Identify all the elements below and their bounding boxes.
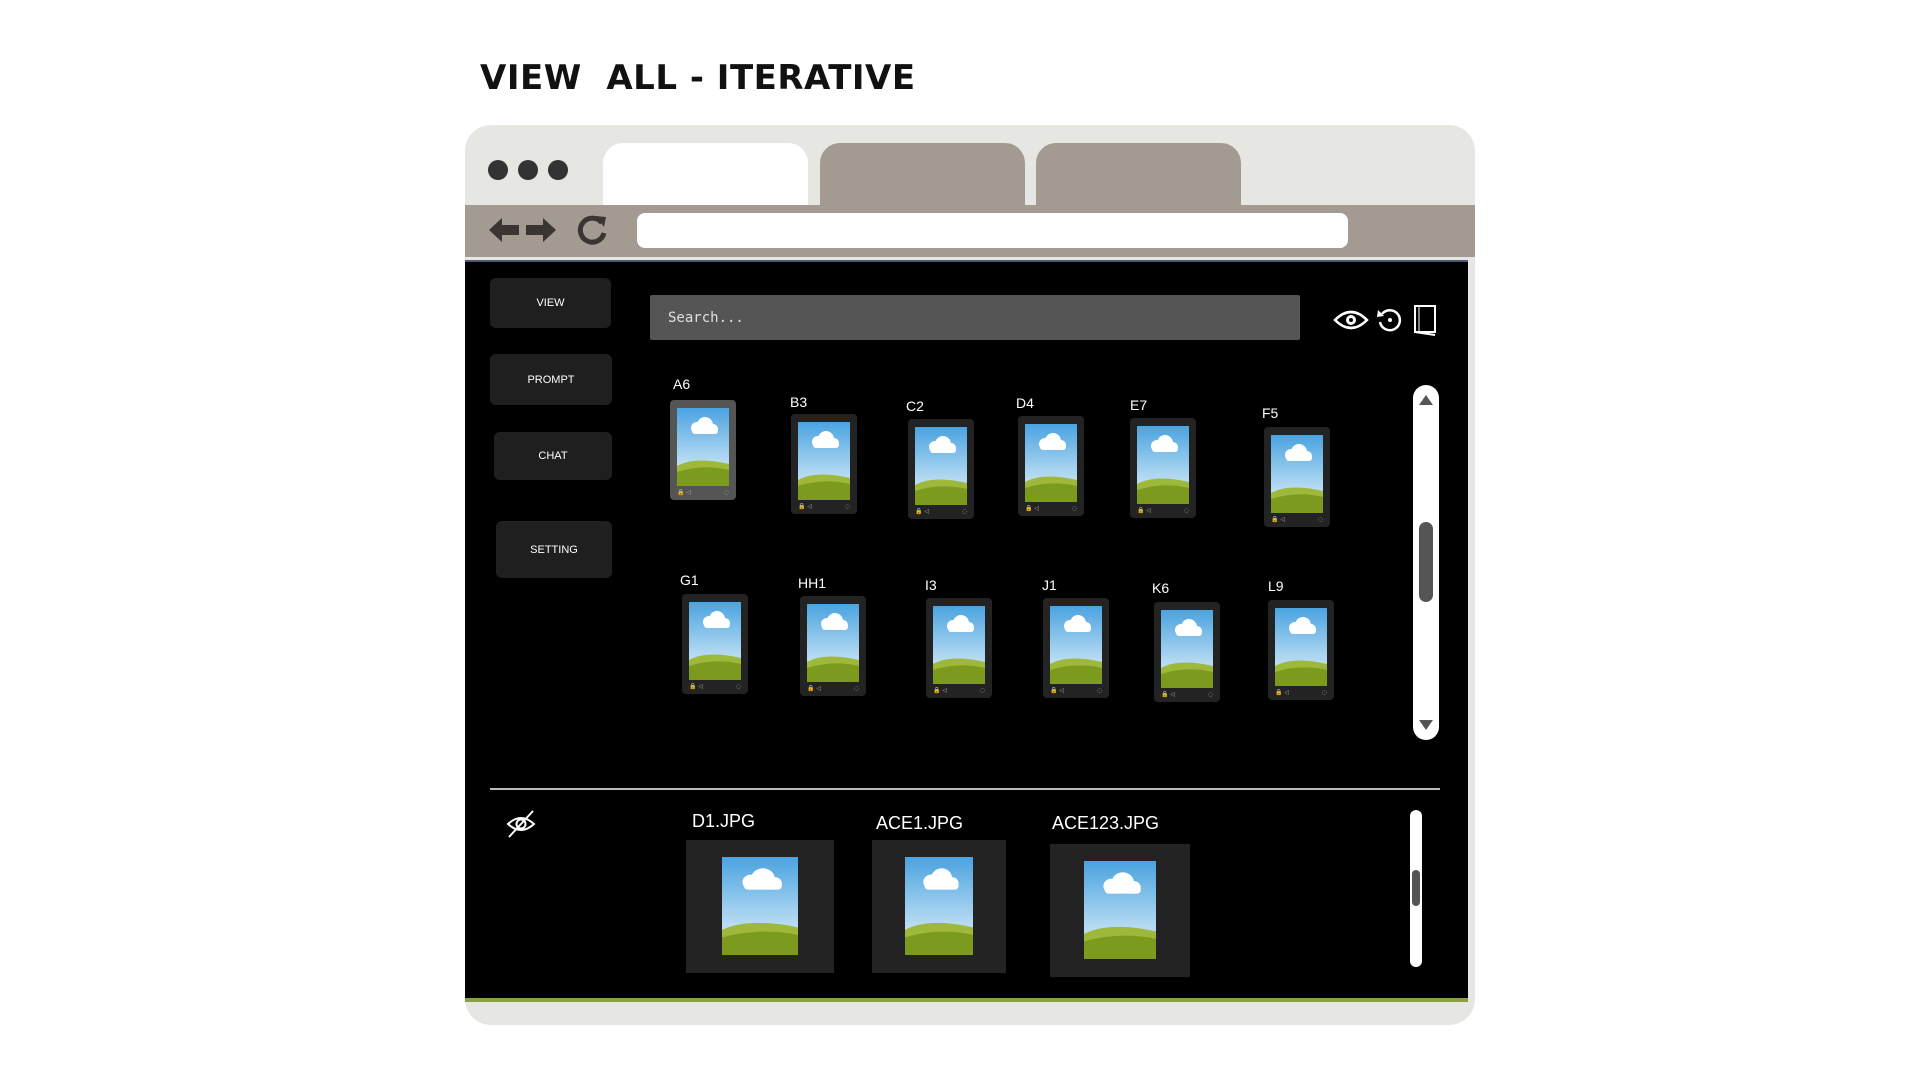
thumbnail-meta-icons: 🔒 ◁ ◌ bbox=[1137, 507, 1189, 514]
scrollbar-thumb[interactable] bbox=[1412, 870, 1420, 906]
hidden-file-card[interactable] bbox=[686, 840, 834, 973]
grid-scrollbar[interactable] bbox=[1413, 385, 1439, 740]
image-thumbnail[interactable]: 🔒 ◁ ◌ bbox=[1018, 416, 1084, 516]
window-dot-minimize[interactable] bbox=[518, 160, 538, 180]
scroll-down-arrow-icon[interactable] bbox=[1419, 720, 1433, 730]
landscape-image-icon bbox=[1050, 606, 1102, 684]
thumbnail-label: I3 bbox=[925, 577, 937, 593]
thumbnail-meta-icons: 🔒 ◁ ◌ bbox=[677, 489, 729, 496]
thumbnail-meta-icons: 🔒 ◁ ◌ bbox=[1025, 505, 1077, 512]
sidebar-view-label: VIEW bbox=[536, 297, 565, 309]
browser-tab-active[interactable] bbox=[603, 143, 808, 205]
thumbnail-label: A6 bbox=[673, 376, 691, 392]
sidebar-chat-label: CHAT bbox=[538, 450, 568, 462]
panel-divider bbox=[490, 788, 1440, 790]
landscape-image-icon bbox=[807, 604, 859, 682]
image-thumbnail[interactable]: 🔒 ◁ ◌ bbox=[1264, 427, 1330, 527]
image-thumbnail[interactable]: 🔒 ◁ ◌ bbox=[791, 414, 857, 514]
thumbnail-label: B3 bbox=[790, 394, 808, 410]
scrollbar-thumb[interactable] bbox=[1419, 522, 1433, 602]
thumbnail-label: K6 bbox=[1152, 580, 1170, 596]
landscape-image-icon bbox=[1137, 426, 1189, 504]
hidden-file-label: ACE123.JPG bbox=[1052, 813, 1160, 833]
image-thumbnail[interactable]: 🔒 ◁ ◌ bbox=[908, 419, 974, 519]
sidebar-chat-button[interactable]: CHAT bbox=[494, 432, 612, 480]
history-icon[interactable] bbox=[1375, 304, 1405, 336]
image-thumbnail[interactable]: 🔒 ◁ ◌ bbox=[1043, 598, 1109, 698]
window-dot-maximize[interactable] bbox=[548, 160, 568, 180]
thumbnail-label: E7 bbox=[1130, 397, 1148, 413]
browser-tab-2[interactable] bbox=[820, 143, 1025, 205]
thumbnail-label: C2 bbox=[906, 398, 924, 414]
thumbnail-meta-icons: 🔒 ◁ ◌ bbox=[1161, 691, 1213, 698]
eye-slash-icon[interactable] bbox=[505, 808, 537, 840]
page-title: VIEW ALL - ITERATIVE bbox=[480, 58, 916, 98]
hidden-file-card[interactable] bbox=[872, 840, 1006, 973]
sidebar-setting-button[interactable]: SETTING bbox=[496, 521, 612, 578]
landscape-image-icon bbox=[1084, 861, 1156, 959]
scroll-up-arrow-icon[interactable] bbox=[1419, 395, 1433, 405]
thumbnail-label: J1 bbox=[1042, 577, 1057, 593]
thumbnail-meta-icons: 🔒 ◁ ◌ bbox=[1271, 516, 1323, 523]
reload-icon[interactable] bbox=[575, 213, 609, 247]
window-dot-close[interactable] bbox=[488, 160, 508, 180]
image-thumbnail[interactable]: 🔒 ◁ ◌ bbox=[800, 596, 866, 696]
landscape-image-icon bbox=[689, 602, 741, 680]
thumbnail-meta-icons: 🔒 ◁ ◌ bbox=[933, 687, 985, 694]
browser-tab-3[interactable] bbox=[1036, 143, 1241, 205]
image-thumbnail-selected[interactable]: 🔒 ◁ ◌ bbox=[670, 400, 736, 500]
thumbnail-label: HH1 bbox=[798, 575, 827, 591]
sidebar-prompt-label: PROMPT bbox=[527, 373, 575, 386]
landscape-image-icon bbox=[933, 606, 985, 684]
thumbnail-meta-icons: 🔒 ◁ ◌ bbox=[689, 683, 741, 690]
landscape-image-icon bbox=[722, 857, 798, 955]
eye-icon[interactable] bbox=[1333, 304, 1369, 336]
address-bar[interactable] bbox=[637, 213, 1348, 248]
sidebar-setting-label: SETTING bbox=[530, 543, 578, 556]
search-input[interactable] bbox=[650, 295, 1300, 340]
landscape-image-icon bbox=[915, 427, 967, 505]
thumbnail-meta-icons: 🔒 ◁ ◌ bbox=[1275, 689, 1327, 696]
thumbnail-meta-icons: 🔒 ◁ ◌ bbox=[807, 685, 859, 692]
landscape-image-icon bbox=[1161, 610, 1213, 688]
hidden-file-label: ACE1.JPG bbox=[876, 813, 964, 833]
thumbnail-label: G1 bbox=[680, 572, 699, 588]
hidden-file-label: D1.JPG bbox=[692, 811, 756, 831]
image-thumbnail[interactable]: 🔒 ◁ ◌ bbox=[1154, 602, 1220, 702]
landscape-image-icon bbox=[905, 857, 973, 955]
landscape-image-icon bbox=[798, 422, 850, 500]
thumbnail-label: D4 bbox=[1016, 395, 1034, 411]
forward-arrow-icon[interactable] bbox=[524, 213, 558, 247]
landscape-image-icon bbox=[1025, 424, 1077, 502]
image-thumbnail[interactable]: 🔒 ◁ ◌ bbox=[682, 594, 748, 694]
book-icon[interactable] bbox=[1410, 302, 1440, 338]
sidebar-view-button[interactable]: VIEW bbox=[490, 278, 611, 328]
thumbnail-meta-icons: 🔒 ◁ ◌ bbox=[798, 503, 850, 510]
image-thumbnail[interactable]: 🔒 ◁ ◌ bbox=[926, 598, 992, 698]
landscape-image-icon bbox=[677, 408, 729, 486]
landscape-image-icon bbox=[1275, 608, 1327, 686]
back-arrow-icon[interactable] bbox=[487, 213, 521, 247]
hidden-panel-scrollbar[interactable] bbox=[1410, 810, 1422, 967]
thumbnail-label: L9 bbox=[1268, 578, 1284, 594]
thumbnail-meta-icons: 🔒 ◁ ◌ bbox=[915, 508, 967, 515]
landscape-image-icon bbox=[1271, 435, 1323, 513]
sidebar-prompt-button[interactable]: PROMPT bbox=[490, 354, 612, 405]
hidden-file-card[interactable] bbox=[1050, 844, 1190, 977]
image-thumbnail[interactable]: 🔒 ◁ ◌ bbox=[1130, 418, 1196, 518]
thumbnail-meta-icons: 🔒 ◁ ◌ bbox=[1050, 687, 1102, 694]
image-thumbnail[interactable]: 🔒 ◁ ◌ bbox=[1268, 600, 1334, 700]
thumbnail-label: F5 bbox=[1262, 405, 1279, 421]
